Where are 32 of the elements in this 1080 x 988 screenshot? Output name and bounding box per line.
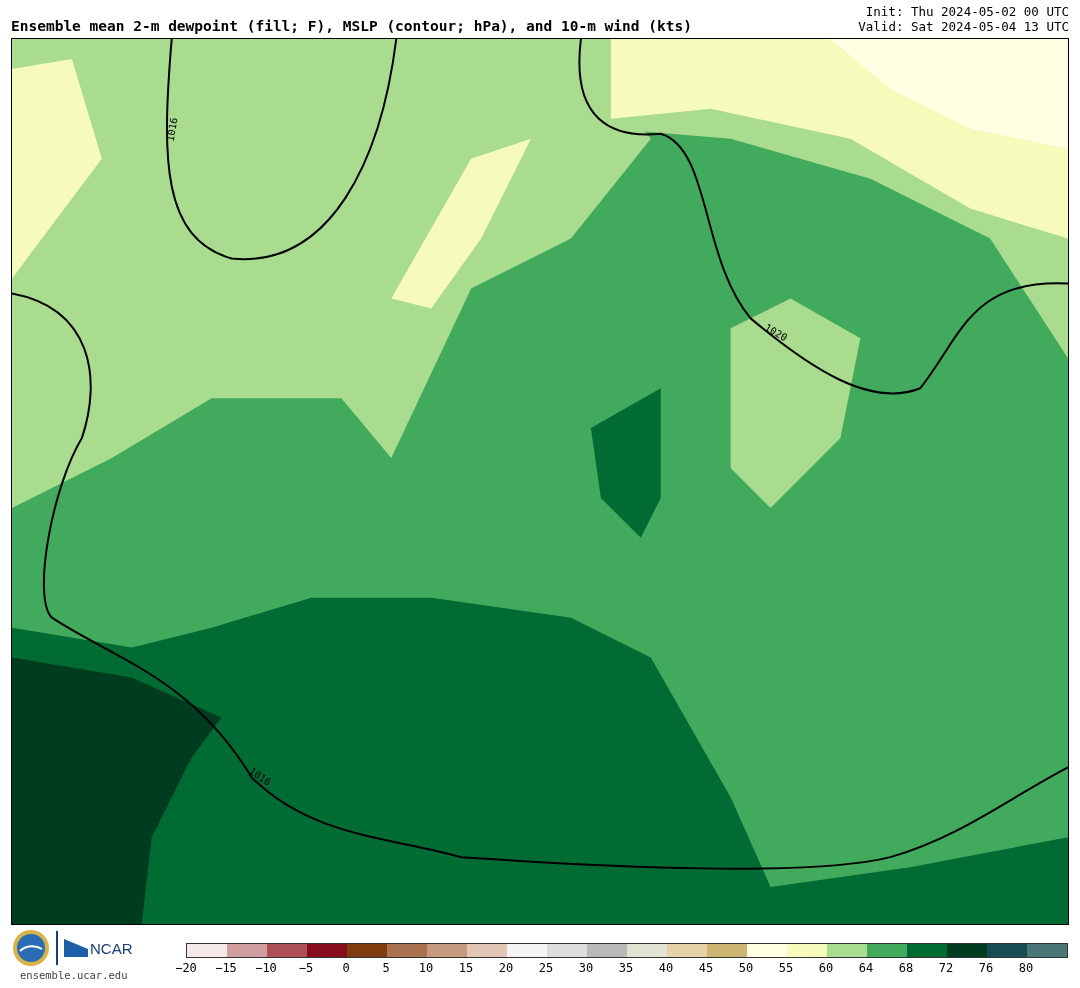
logo-text: NCAR	[90, 939, 133, 957]
run-time-label: Valid: Sat 2024-05-04 13 UTC	[858, 19, 1069, 34]
legend-tick-label: 76	[978, 961, 994, 975]
legend-tick-label: 25	[538, 961, 554, 975]
legend-tick-label: 64	[858, 961, 874, 975]
legend-tick-label: 15	[458, 961, 474, 975]
legend-tick-label: 60	[818, 961, 834, 975]
legend-tick-label: 35	[618, 961, 634, 975]
legend-tick-label: 40	[658, 961, 674, 975]
run-time-label: Init: Thu 2024-05-02 00 UTC	[865, 4, 1069, 19]
contour-label: 1020	[762, 321, 790, 344]
globe-logo-icon	[12, 929, 50, 967]
legend-tick-label: −20	[175, 961, 197, 975]
legend-tick-label: 45	[698, 961, 714, 975]
legend-tick-label: 72	[938, 961, 954, 975]
legend-tick-label: 0	[342, 961, 350, 975]
legend-tick-label: −5	[298, 961, 314, 975]
divider-line-icon	[56, 931, 58, 965]
contour-label: 1016	[164, 116, 180, 143]
legend-tick-label: 20	[498, 961, 514, 975]
ncar-logo-icon	[64, 939, 88, 957]
legend-tick-label: −10	[255, 961, 277, 975]
legend-tick-label: 5	[382, 961, 390, 975]
legend-tick-label: 50	[738, 961, 754, 975]
site-address: ensemble.ucar.edu	[19, 969, 128, 981]
chart-title: Ensemble mean 2-m dewpoint (fill; F), MSLP (contour; hPa), and 10-m wind (kts)	[11, 18, 692, 34]
legend-tick-label: −15	[215, 961, 237, 975]
legend-tick-label: 30	[578, 961, 594, 975]
legend-tick-label: 68	[898, 961, 914, 975]
legend-tick-label: 80	[1018, 961, 1034, 975]
legend-tick-label: 55	[778, 961, 794, 975]
legend-tick-label: 10	[418, 961, 434, 975]
